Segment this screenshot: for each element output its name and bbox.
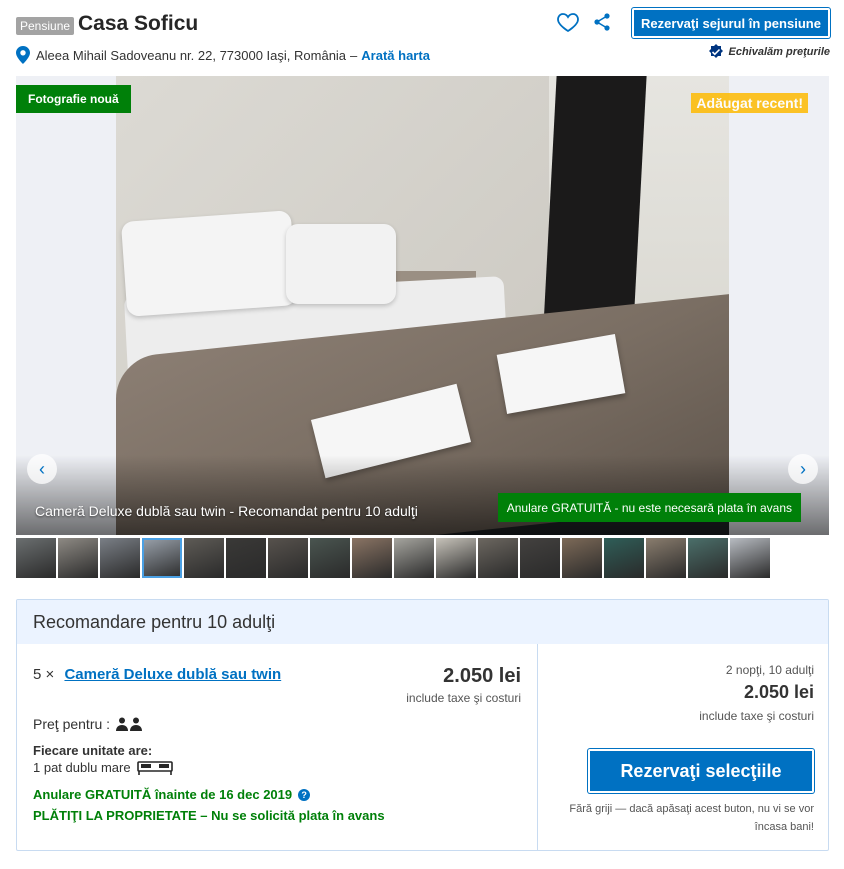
pay-at-property-note: PLĂTIŢI LA PROPRIETATE – Nu se solicită … bbox=[33, 808, 385, 823]
gallery-thumbnail[interactable] bbox=[310, 538, 350, 578]
gallery-thumbnail[interactable] bbox=[730, 538, 770, 578]
reserve-selection-button[interactable]: Rezervaţi selecţiile bbox=[588, 749, 814, 793]
no-charge-note: Fără griji — dacă apăsaţi acest buton, n… bbox=[569, 803, 814, 833]
address-separator: – bbox=[350, 47, 358, 63]
gallery-thumbnail[interactable] bbox=[100, 538, 140, 578]
address-text: Aleea Mihail Sadoveanu nr. 22, 773000 Ia… bbox=[36, 47, 347, 63]
photo-gallery: Fotografie nouă Adăugat recent! ‹ › Came… bbox=[16, 76, 829, 535]
booking-summary: 2 nopţi, 10 adulţi 2.050 lei include tax… bbox=[538, 644, 828, 850]
map-pin-icon bbox=[16, 46, 30, 64]
double-bed-icon bbox=[136, 760, 173, 775]
gallery-thumbnail[interactable] bbox=[478, 538, 518, 578]
show-map-link[interactable]: Arată harta bbox=[361, 48, 430, 63]
free-cancellation-badge: Anulare GRATUITĂ - nu este necesară plat… bbox=[497, 493, 801, 522]
gallery-thumbnail[interactable] bbox=[562, 538, 602, 578]
room-name-link[interactable]: Cameră Deluxe dublă sau twin bbox=[64, 666, 281, 683]
thumbnail-strip bbox=[16, 538, 770, 578]
reserve-top-button[interactable]: Rezervaţi sejurul în pensiune bbox=[632, 8, 830, 38]
gallery-thumbnail[interactable] bbox=[394, 538, 434, 578]
gallery-thumbnail[interactable] bbox=[604, 538, 644, 578]
recommendation-title: Recomandare pentru 10 adulţi bbox=[17, 600, 828, 644]
gallery-thumbnail[interactable] bbox=[226, 538, 266, 578]
gallery-thumbnail[interactable] bbox=[16, 538, 56, 578]
gallery-thumbnail[interactable] bbox=[58, 538, 98, 578]
new-photo-badge: Fotografie nouă bbox=[16, 85, 131, 113]
gallery-thumbnail[interactable] bbox=[520, 538, 560, 578]
recently-added-badge: Adăugat recent! bbox=[691, 93, 808, 113]
price-match-text: Echivalăm preţurile bbox=[728, 46, 831, 58]
property-header: Pensiune Casa Soficu Rezervaţi sejurul î… bbox=[16, 8, 830, 68]
gallery-thumbnail[interactable] bbox=[268, 538, 308, 578]
room-tax-note: include taxe şi costuri bbox=[406, 691, 521, 705]
heart-icon[interactable] bbox=[556, 10, 580, 34]
unit-features-title: Fiecare unitate are: bbox=[33, 743, 153, 758]
recommendation-details: 5 × Cameră Deluxe dublă sau twin 2.050 l… bbox=[17, 644, 538, 850]
property-title: Casa Soficu bbox=[78, 12, 199, 35]
room-quantity: 5 × bbox=[33, 666, 55, 683]
gallery-thumbnail[interactable] bbox=[436, 538, 476, 578]
free-cancellation-note: Anulare GRATUITĂ înainte de 16 dec 2019 … bbox=[33, 787, 311, 802]
room-price: 2.050 lei bbox=[443, 665, 521, 687]
photo-caption: Cameră Deluxe dublă sau twin - Recomanda… bbox=[35, 503, 418, 519]
free-cancellation-text: Anulare GRATUITĂ înainte de 16 dec 2019 bbox=[33, 787, 293, 802]
chevron-right-icon[interactable]: › bbox=[788, 454, 818, 484]
two-persons-icon bbox=[116, 717, 143, 731]
unit-bed-text: 1 pat dublu mare bbox=[33, 760, 131, 775]
price-for-label: Preţ pentru : bbox=[33, 716, 111, 732]
share-icon[interactable] bbox=[592, 12, 612, 32]
gallery-thumbnail[interactable] bbox=[688, 538, 728, 578]
price-match-badge[interactable]: Echivalăm preţurile bbox=[708, 44, 831, 60]
address-line: Aleea Mihail Sadoveanu nr. 22, 773000 Ia… bbox=[16, 46, 430, 64]
summary-price: 2.050 lei bbox=[743, 682, 814, 702]
unit-bed: 1 pat dublu mare bbox=[33, 760, 173, 775]
gallery-thumbnail[interactable] bbox=[184, 538, 224, 578]
summary-nights: 2 nopţi, 10 adulţi bbox=[725, 663, 814, 677]
room-line: 5 × Cameră Deluxe dublă sau twin bbox=[33, 666, 281, 683]
summary-tax-note: include taxe şi costuri bbox=[699, 709, 814, 723]
recommendation-box: Recomandare pentru 10 adulţi 5 × Cameră … bbox=[16, 599, 829, 851]
price-match-check-icon bbox=[708, 44, 723, 58]
help-icon[interactable]: ? bbox=[298, 788, 311, 801]
chevron-left-icon[interactable]: ‹ bbox=[27, 454, 57, 484]
gallery-thumbnail[interactable] bbox=[646, 538, 686, 578]
gallery-thumbnail[interactable] bbox=[352, 538, 392, 578]
price-for: Preţ pentru : bbox=[33, 716, 143, 732]
property-type-badge: Pensiune bbox=[16, 17, 75, 35]
gallery-thumbnail[interactable] bbox=[142, 538, 182, 578]
